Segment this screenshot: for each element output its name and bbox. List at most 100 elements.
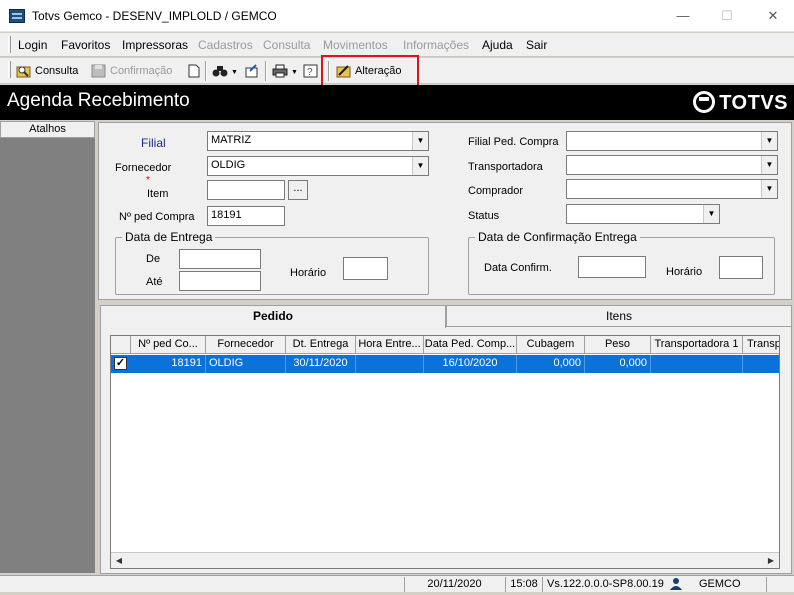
filial-ped-compra-select[interactable]: ▼ <box>566 131 778 151</box>
status-label: Status <box>468 210 500 222</box>
item-lookup-button[interactable]: ... <box>288 180 308 200</box>
filial-select[interactable]: MATRIZ ▼ <box>207 131 429 151</box>
chevron-down-icon[interactable]: ▼ <box>761 132 777 150</box>
cell-dt-entrega: 30/11/2020 <box>286 355 356 373</box>
minimize-button[interactable]: — <box>668 6 698 26</box>
horario-input[interactable] <box>343 257 388 280</box>
consulta-label: Consulta <box>35 65 79 77</box>
menu-grip <box>8 36 11 53</box>
grid-header-nped[interactable]: Nº ped Co... <box>131 336 206 354</box>
chevron-down-icon[interactable]: ▼ <box>412 132 428 150</box>
data-confirm-label: Data Confirm. <box>484 262 552 274</box>
logo-text: TOTVS <box>719 92 788 114</box>
menu-consulta[interactable]: Consulta <box>263 38 310 52</box>
title-bar: Totvs Gemco - DESENV_IMPLOLD / GEMCO — ☐… <box>0 0 794 32</box>
grid-header-cubagem[interactable]: Cubagem <box>517 336 585 354</box>
resize-grip[interactable] <box>766 577 794 592</box>
horario-label: Horário <box>290 267 327 279</box>
tab-pedido[interactable]: Pedido <box>100 305 446 328</box>
chevron-down-icon[interactable]: ▼ <box>761 156 777 174</box>
tab-itens[interactable]: Itens <box>446 305 792 327</box>
toolbar-separator <box>205 61 207 81</box>
cell-cubagem: 0,000 <box>517 355 585 373</box>
consulta-button[interactable]: Consulta <box>16 61 78 81</box>
transportadora-select[interactable]: ▼ <box>566 155 778 175</box>
sidebar: Atalhos <box>0 121 95 573</box>
cell-peso: 0,000 <box>585 355 651 373</box>
cell-transp <box>743 355 779 373</box>
window-title: Totvs Gemco - DESENV_IMPLOLD / GEMCO <box>32 9 277 23</box>
data-entrega-group: Data de Entrega De Até Horário <box>115 230 429 295</box>
scroll-left-icon[interactable]: ◀ <box>111 553 127 568</box>
help-button[interactable]: ? <box>303 61 322 81</box>
status-user: GEMCO <box>699 578 741 590</box>
cell-nped: 18191 <box>131 355 206 373</box>
status-bar: 20/11/2020 15:08 Vs.122.0.0.0-SP8.00.19 … <box>0 575 794 592</box>
close-button[interactable]: ✕ <box>758 6 788 26</box>
required-marker: * <box>146 175 150 186</box>
comprador-select[interactable]: ▼ <box>566 179 778 199</box>
chevron-down-icon[interactable]: ▼ <box>761 180 777 198</box>
toolbar-separator <box>265 61 267 81</box>
maximize-button[interactable]: ☐ <box>712 6 742 26</box>
printer-icon <box>272 64 288 78</box>
page-title: Agenda Recebimento <box>7 90 190 111</box>
grid-header-hora-entrega[interactable]: Hora Entre... <box>356 336 424 354</box>
ate-label: Até <box>146 276 163 288</box>
print-button[interactable]: ▼ <box>272 61 298 81</box>
horario-confirm-label: Horário <box>666 266 703 278</box>
item-label: Item <box>147 188 169 200</box>
page-header: Agenda Recebimento TOTVS <box>0 85 794 120</box>
menu-cadastros[interactable]: Cadastros <box>198 38 253 52</box>
status-select[interactable]: ▼ <box>566 204 720 224</box>
row-checkbox[interactable]: ✓ <box>114 357 127 370</box>
data-confirmacao-group: Data de Confirmação Entrega Data Confirm… <box>468 230 775 295</box>
scroll-right-icon[interactable]: ▶ <box>763 553 779 568</box>
data-confirm-input[interactable] <box>578 256 646 278</box>
grid-header-fornecedor[interactable]: Fornecedor <box>206 336 286 354</box>
consulta-icon <box>16 64 32 78</box>
fornecedor-select[interactable]: OLDIG ▼ <box>207 156 429 176</box>
totvs-logo-icon <box>693 91 716 113</box>
grid-header-data-ped[interactable]: Data Ped. Comp... <box>424 336 517 354</box>
de-input[interactable] <box>179 249 261 269</box>
nped-compra-input[interactable]: 18191 <box>207 206 285 226</box>
find-button[interactable]: ▼ <box>212 61 238 81</box>
menu-ajuda[interactable]: Ajuda <box>482 38 513 52</box>
filial-value: MATRIZ <box>211 134 252 146</box>
chevron-down-icon: ▼ <box>231 69 238 76</box>
grid-header-transportadora1[interactable]: Transportadora 1 <box>651 336 743 354</box>
help-icon: ? <box>303 64 319 78</box>
cell-fornecedor: OLDIG <box>206 355 286 373</box>
menu-informacoes[interactable]: Informações <box>403 38 469 52</box>
item-input[interactable] <box>207 180 285 200</box>
sidebar-title[interactable]: Atalhos <box>0 121 95 138</box>
document-icon <box>186 64 202 78</box>
menu-movimentos[interactable]: Movimentos <box>323 38 388 52</box>
menu-sair[interactable]: Sair <box>526 38 547 52</box>
app-icon <box>9 9 25 23</box>
ate-input[interactable] <box>179 271 261 291</box>
chevron-down-icon[interactable]: ▼ <box>412 157 428 175</box>
menu-impressoras[interactable]: Impressoras <box>122 38 188 52</box>
menu-login[interactable]: Login <box>18 38 47 52</box>
confirmacao-button[interactable]: Confirmação <box>91 61 172 81</box>
cell-hora-entrega <box>356 355 424 373</box>
export-button[interactable] <box>244 61 263 81</box>
chevron-down-icon: ▼ <box>291 69 298 76</box>
horizontal-scrollbar[interactable]: ◀ ▶ <box>111 552 779 568</box>
horario-confirm-input[interactable] <box>719 256 763 279</box>
grid-header-transp[interactable]: Transp <box>743 336 779 354</box>
menu-favoritos[interactable]: Favoritos <box>61 38 110 52</box>
grid-header-peso[interactable]: Peso <box>585 336 651 354</box>
binoculars-icon <box>212 64 228 78</box>
fornecedor-value: OLDIG <box>211 159 246 171</box>
nped-compra-label: Nº ped Compra <box>119 211 195 223</box>
new-document-button[interactable] <box>186 61 205 81</box>
chevron-down-icon[interactable]: ▼ <box>703 205 719 223</box>
totvs-logo: TOTVS <box>693 91 788 115</box>
grid-header-dt-entrega[interactable]: Dt. Entrega <box>286 336 356 354</box>
pedido-grid[interactable]: Nº ped Co... Fornecedor Dt. Entrega Hora… <box>110 335 780 569</box>
fornecedor-label: Fornecedor <box>115 162 172 174</box>
menu-bar: Login Favoritos Impressoras Cadastros Co… <box>0 33 794 57</box>
